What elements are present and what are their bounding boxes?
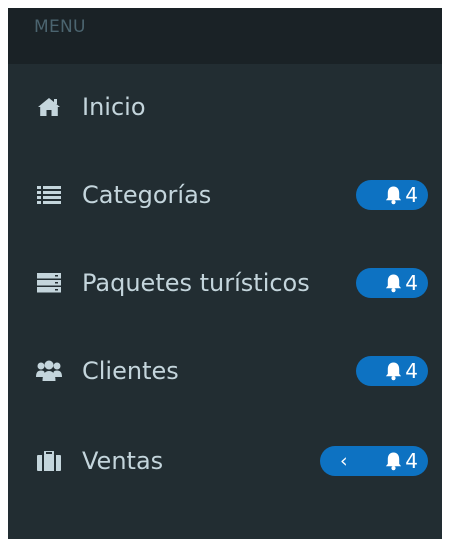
sidebar-item-label: Clientes [82, 357, 179, 385]
sidebar-item-label: Categorías [82, 181, 212, 209]
sidebar-item-categorias[interactable]: Categorías 4 [8, 165, 442, 225]
badge-count: 4 [405, 183, 418, 207]
sidebar-item-clientes[interactable]: Clientes 4 [8, 341, 442, 401]
notification-badge: 4 [356, 180, 428, 210]
bell-icon [386, 274, 402, 293]
sidebar-menu: MENU Inicio Categorías 4 Paquetes turíst… [8, 8, 442, 539]
sidebar-item-inicio[interactable]: Inicio [8, 77, 442, 137]
notification-badge[interactable]: ‹ 4 [320, 446, 428, 476]
bell-icon [386, 186, 402, 205]
notification-badge: 4 [356, 268, 428, 298]
notification-badge: 4 [356, 356, 428, 386]
bell-icon [386, 362, 402, 381]
menu-header: MENU [8, 8, 442, 64]
bell-icon [386, 452, 402, 471]
sidebar-item-label: Ventas [82, 447, 164, 475]
badge-count: 4 [405, 359, 418, 383]
server-icon [36, 272, 62, 294]
list-icon [36, 184, 62, 206]
chevron-left-icon[interactable]: ‹ [340, 450, 348, 472]
sidebar-item-label: Paquetes turísticos [82, 269, 310, 297]
users-icon [36, 360, 62, 382]
badge-count: 4 [405, 271, 418, 295]
briefcase-icon [36, 450, 62, 472]
sidebar-item-paquetes-turisticos[interactable]: Paquetes turísticos 4 [8, 253, 442, 313]
sidebar-item-ventas[interactable]: Ventas ‹ 4 [8, 431, 442, 491]
badge-count: 4 [405, 449, 418, 473]
home-icon [36, 96, 62, 118]
sidebar-item-label: Inicio [82, 93, 146, 121]
